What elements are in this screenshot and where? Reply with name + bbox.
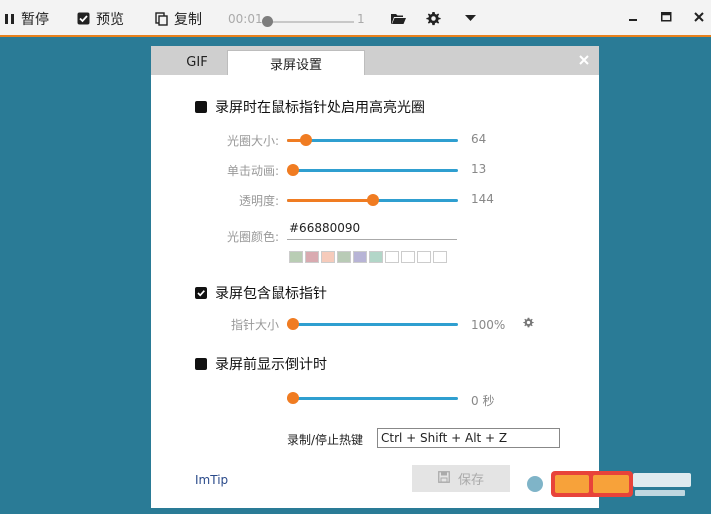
- click-anim-value: 13: [471, 162, 487, 176]
- tab-record-settings[interactable]: 录屏设置: [227, 50, 365, 75]
- color-swatch[interactable]: [289, 251, 303, 263]
- minimize-button[interactable]: [618, 0, 648, 37]
- frame-count-label: 1: [357, 11, 365, 26]
- pause-icon: [4, 13, 16, 25]
- frame-count: 1: [357, 0, 365, 37]
- maximize-button[interactable]: [651, 0, 681, 37]
- countdown-slider-thumb[interactable]: [287, 392, 299, 404]
- click-anim-slider[interactable]: [287, 169, 458, 172]
- countdown-label: 录屏前显示倒计时: [215, 357, 327, 373]
- color-swatch[interactable]: [305, 251, 319, 263]
- color-swatch[interactable]: [417, 251, 431, 263]
- pause-label: 暂停: [21, 11, 49, 28]
- halo-color-input[interactable]: #66880090: [287, 221, 457, 240]
- pause-button[interactable]: 暂停: [4, 0, 49, 37]
- settings-dialog: GIF 录屏设置 录屏时在鼠标指针处启用高亮光圈 光圈大小: 64 单击动画: …: [151, 46, 599, 508]
- maximize-icon: [660, 11, 672, 26]
- color-swatch[interactable]: [337, 251, 351, 263]
- highlight-checkbox[interactable]: 录屏时在鼠标指针处启用高亮光圈: [195, 97, 425, 117]
- hotkey-label: 录制/停止热键: [287, 433, 364, 447]
- click-anim-label: 单击动画:: [226, 164, 279, 178]
- include-pointer-label: 录屏包含鼠标指针: [215, 286, 327, 302]
- pointer-size-label: 指针大小: [230, 318, 279, 332]
- pointer-size-slider[interactable]: [287, 323, 458, 326]
- halo-size-label: 光圈大小:: [226, 134, 279, 148]
- color-swatch[interactable]: [385, 251, 399, 263]
- countdown-checkbox[interactable]: 录屏前显示倒计时: [195, 354, 327, 374]
- dialog-close-button[interactable]: [573, 50, 595, 72]
- color-swatch[interactable]: [353, 251, 367, 263]
- color-swatch[interactable]: [369, 251, 383, 263]
- click-anim-slider-thumb[interactable]: [287, 164, 299, 176]
- opacity-label: 透明度:: [238, 194, 279, 208]
- color-swatch[interactable]: [401, 251, 415, 263]
- halo-size-value: 64: [471, 132, 487, 146]
- tab-bar: GIF 录屏设置: [151, 46, 599, 75]
- open-folder-button[interactable]: [390, 0, 407, 37]
- opacity-slider-thumb[interactable]: [366, 194, 379, 206]
- gear-icon: [426, 11, 441, 26]
- hotkey-input[interactable]: Ctrl + Shift + Alt + Z: [377, 428, 560, 448]
- countdown-value: 0 秒: [471, 394, 495, 408]
- copy-icon: [155, 11, 168, 26]
- color-swatch[interactable]: [321, 251, 335, 263]
- caret-down-icon: [465, 15, 476, 22]
- recorder-toolbar: 暂停 预览 复制 00:01 1: [0, 0, 711, 37]
- imtip-link[interactable]: ImTip: [195, 473, 228, 487]
- gear-icon: [523, 317, 534, 332]
- pointer-settings-button[interactable]: [523, 317, 534, 332]
- preview-button[interactable]: 预览: [77, 0, 124, 37]
- halo-color-label: 光圈颜色:: [226, 230, 279, 244]
- halo-size-slider-thumb[interactable]: [299, 134, 312, 146]
- save-button[interactable]: 保存: [412, 465, 510, 492]
- include-pointer-checkbox[interactable]: 录屏包含鼠标指针: [195, 283, 327, 303]
- pointer-size-slider-thumb[interactable]: [287, 318, 299, 330]
- opacity-slider-fill: [287, 199, 373, 202]
- tab-gif[interactable]: GIF: [167, 50, 227, 75]
- window-close-button[interactable]: [684, 0, 711, 37]
- checkbox-unchecked-icon: [195, 358, 207, 370]
- timestamp: 00:01: [228, 0, 263, 37]
- pointer-size-value: 100%: [471, 318, 506, 332]
- checkbox-unchecked-icon: [195, 101, 207, 113]
- folder-open-icon: [390, 12, 407, 25]
- playback-thumb[interactable]: [262, 16, 273, 27]
- site-watermark-logo: [515, 465, 695, 503]
- countdown-slider[interactable]: [287, 397, 458, 400]
- copy-label: 复制: [174, 11, 202, 28]
- time-label: 00:01: [228, 11, 263, 26]
- halo-size-slider[interactable]: [287, 139, 458, 142]
- opacity-value: 144: [471, 192, 494, 206]
- color-swatches: [289, 251, 447, 263]
- preview-label: 预览: [96, 11, 124, 28]
- playback-track[interactable]: [268, 21, 354, 23]
- checkbox-checked-icon: [77, 12, 90, 25]
- minimize-icon: [628, 11, 638, 26]
- more-dropdown-button[interactable]: [465, 0, 476, 37]
- save-disk-icon: [438, 470, 450, 487]
- save-label: 保存: [457, 473, 484, 488]
- copy-button[interactable]: 复制: [155, 0, 202, 37]
- settings-button[interactable]: [426, 0, 441, 37]
- close-icon: [694, 11, 704, 26]
- close-icon: [579, 54, 589, 69]
- highlight-checkbox-label: 录屏时在鼠标指针处启用高亮光圈: [215, 100, 425, 116]
- checkbox-checked-icon: [195, 287, 207, 299]
- color-swatch[interactable]: [433, 251, 447, 263]
